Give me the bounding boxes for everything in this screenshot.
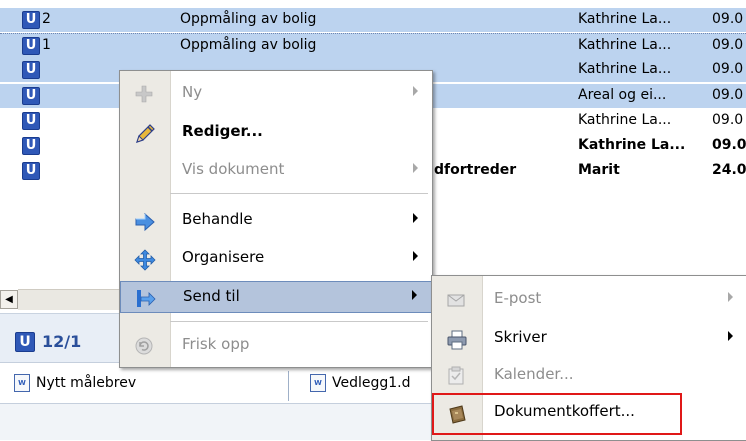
menu-item-calendar[interactable]: Kalender...: [432, 360, 746, 390]
menu-item-label: Kalender...: [494, 365, 574, 383]
document-type-badge: U: [22, 11, 40, 29]
row-date: 24.0: [712, 162, 746, 178]
document-type-badge: U: [15, 332, 35, 352]
row-number: 1: [42, 37, 51, 53]
menu-item-label: Vis dokument: [182, 160, 285, 178]
row-owner: Kathrine La...: [578, 112, 672, 128]
context-menu: Ny Rediger... Vis dokument Behandle Orga…: [119, 70, 433, 368]
refresh-icon: [134, 336, 154, 356]
row-date: 09.0: [712, 112, 744, 128]
menu-item-label: Ny: [182, 83, 203, 101]
menu-item-label: E-post: [494, 289, 542, 307]
row-owner: Areal og ei...: [578, 87, 667, 103]
attachment-label: Nytt målebrev: [36, 375, 137, 391]
row-owner: Kathrine La...: [578, 61, 672, 77]
document-type-badge: U: [22, 37, 40, 55]
menu-item-label: Send til: [183, 287, 240, 305]
menu-separator: [170, 321, 428, 322]
table-row[interactable]: U 1 Oppmåling av bolig Kathrine La... 09…: [0, 33, 746, 58]
envelope-icon: [446, 290, 466, 310]
list-row-partial: [0, 0, 746, 8]
attachment-item[interactable]: W Vedlegg1.d: [310, 373, 440, 395]
submenu-arrow-icon: [413, 213, 418, 223]
row-date: 09.0: [712, 137, 746, 153]
submenu-arrow-icon: [413, 251, 418, 261]
menu-item-organize[interactable]: Organisere: [120, 243, 432, 273]
arrow-right-icon: [134, 211, 155, 232]
menu-item-new[interactable]: Ny: [120, 78, 432, 108]
send-to-icon: [135, 288, 156, 308]
scroll-left-button[interactable]: ◀: [0, 290, 18, 309]
row-date: 09.0: [712, 61, 744, 77]
highlight-outline: [432, 393, 682, 435]
menu-item-printer[interactable]: Skriver: [432, 323, 746, 353]
menu-item-label: Organisere: [182, 248, 265, 266]
submenu-arrow-icon: [413, 163, 418, 173]
menu-item-edit[interactable]: Rediger...: [120, 117, 432, 147]
submenu-arrow-icon: [728, 331, 733, 341]
row-title: dfortreder: [434, 162, 517, 178]
row-owner: Kathrine La...: [578, 11, 672, 27]
row-title: Oppmåling av bolig: [180, 37, 317, 53]
attachment-item[interactable]: W Nytt målebrev: [14, 373, 274, 395]
menu-item-label: Behandle: [182, 210, 253, 228]
word-document-icon: W: [310, 374, 326, 392]
document-number: 12/1: [42, 332, 82, 351]
table-row[interactable]: U 2 Oppmåling av bolig Kathrine La... 09…: [0, 8, 746, 32]
row-date: 09.0: [712, 37, 744, 53]
submenu-arrow-icon: [728, 292, 733, 302]
document-type-badge: U: [22, 87, 40, 105]
submenu-arrow-icon: [413, 86, 418, 96]
attachment-label: Vedlegg1.d: [332, 375, 411, 391]
calendar-icon: [446, 366, 466, 386]
row-date: 09.0: [712, 11, 744, 27]
menu-item-process[interactable]: Behandle: [120, 205, 432, 235]
row-owner: Kathrine La...: [578, 137, 686, 153]
move-icon: [134, 249, 156, 271]
row-date: 09.0: [712, 87, 744, 103]
row-owner: Marit: [578, 162, 620, 178]
menu-item-label: Rediger...: [182, 122, 263, 140]
document-type-badge: U: [22, 137, 40, 155]
menu-separator: [170, 193, 428, 194]
row-number: 2: [42, 11, 51, 27]
attachment-divider: [288, 371, 289, 401]
row-title: Oppmåling av bolig: [180, 11, 317, 27]
menu-item-view-document[interactable]: Vis dokument: [120, 155, 432, 185]
printer-icon: [446, 329, 467, 350]
menu-item-refresh[interactable]: Frisk opp: [120, 330, 432, 360]
row-owner: Kathrine La...: [578, 37, 672, 53]
word-document-icon: W: [14, 374, 30, 392]
pencil-icon: [134, 123, 155, 143]
document-type-badge: U: [22, 112, 40, 130]
document-type-badge: U: [22, 162, 40, 180]
menu-item-email[interactable]: E-post: [432, 284, 746, 314]
menu-item-send-to[interactable]: Send til: [120, 281, 432, 313]
menu-item-label: Frisk opp: [182, 335, 250, 353]
plus-icon: [134, 84, 154, 104]
submenu-arrow-icon: [412, 290, 417, 300]
document-type-badge: U: [22, 61, 40, 79]
menu-item-label: Skriver: [494, 328, 547, 346]
